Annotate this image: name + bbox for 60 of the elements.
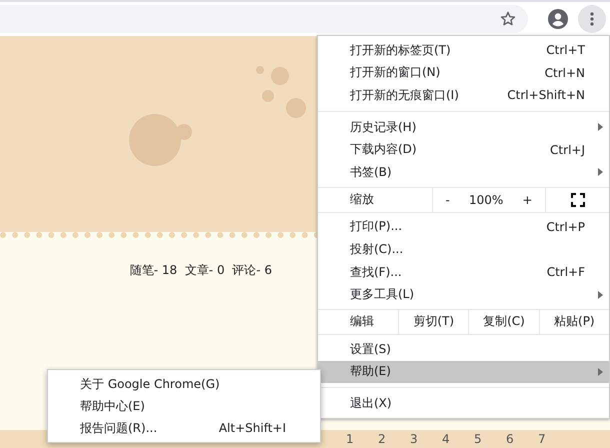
menu-item[interactable]: 书签(B) xyxy=(318,160,609,184)
calendar-day[interactable]: 5 xyxy=(474,432,488,446)
menu-item-label: 报告问题(R)... xyxy=(80,420,158,436)
menu-item[interactable]: 打开新的窗口(N) Ctrl+N xyxy=(318,62,609,84)
shortcut-label: Alt+Shift+I xyxy=(218,421,286,435)
edit-action-button[interactable]: 剪切(T) xyxy=(398,310,468,334)
edit-action-button[interactable]: 复制(C) xyxy=(468,310,539,334)
edit-label: 编辑 xyxy=(349,313,375,330)
calendar-day[interactable]: 6 xyxy=(506,432,520,446)
menu-item[interactable]: 设置(S) xyxy=(318,338,609,361)
menu-item-label: 查找(F)... xyxy=(350,264,403,281)
shortcut-label: Ctrl+P xyxy=(546,220,585,234)
menu-item-label: 历史记录(H) xyxy=(350,118,418,136)
zoom-label: 缩放 xyxy=(349,191,375,208)
menu-item[interactable]: 下载内容(D) Ctrl+J xyxy=(318,138,609,161)
menu-item[interactable]: 帮助中心(E) xyxy=(48,395,320,417)
calendar-day[interactable]: 2 xyxy=(378,432,392,446)
profile-avatar-icon[interactable] xyxy=(548,9,568,29)
menu-item[interactable]: 打印(P)... Ctrl+P xyxy=(318,216,609,238)
menu-item[interactable]: 历史记录(H) xyxy=(318,116,609,138)
blog-stats: 随笔- 18 文章- 0 评论- 6 xyxy=(130,262,272,279)
calendar-day[interactable]: 4 xyxy=(442,432,456,446)
shortcut-label: Ctrl+F xyxy=(546,265,585,280)
menu-item[interactable]: 关于 Google Chrome(G) xyxy=(48,373,320,395)
menu-item-label: 下载内容(D) xyxy=(350,141,418,158)
menu-item-label: 打开新的标签页(T) xyxy=(350,42,452,59)
shortcut-label: Ctrl+T xyxy=(546,43,585,58)
menu-button[interactable] xyxy=(578,5,606,33)
zoom-value: 100% xyxy=(468,192,504,207)
menu-item-label: 帮助(E) xyxy=(350,363,392,380)
calendar-day[interactable]: 1 xyxy=(346,432,360,446)
menu-item-label: 投射(C)... xyxy=(350,240,404,258)
shortcut-label: Ctrl+N xyxy=(544,66,585,80)
menu-item-label: 帮助中心(E) xyxy=(80,398,146,414)
menu-item[interactable]: 更多工具(L) xyxy=(318,283,609,306)
menu-item-label: 打印(P)... xyxy=(350,218,404,236)
menu-item[interactable]: 报告问题(R)... Alt+Shift+I xyxy=(48,417,320,439)
menu-item-label: 打开新的无痕窗口(I) xyxy=(350,86,460,104)
star-icon[interactable] xyxy=(500,11,516,27)
calendar-day[interactable]: 3 xyxy=(410,432,424,446)
menu-item[interactable]: 退出(X) xyxy=(318,392,609,415)
menu-item-label: 书签(B) xyxy=(350,164,393,181)
menu-item[interactable]: 投射(C)... xyxy=(318,238,609,261)
menu-item-label: 关于 Google Chrome(G) xyxy=(80,376,221,392)
menu-item-label: 退出(X) xyxy=(350,394,393,412)
menu-item[interactable]: 打开新的无痕窗口(I) Ctrl+Shift+N xyxy=(318,84,609,107)
zoom-out-button[interactable]: - xyxy=(440,192,456,207)
zoom-in-button[interactable]: + xyxy=(516,192,538,207)
edit-action-button[interactable]: 粘贴(P) xyxy=(538,310,609,334)
menu-item[interactable]: 帮助(E) xyxy=(318,360,609,384)
menu-item[interactable]: 查找(F)... Ctrl+F xyxy=(318,260,609,284)
menu-item-label: 设置(S) xyxy=(350,340,392,358)
shortcut-label: Ctrl+J xyxy=(550,142,585,157)
menu-item-label: 打开新的窗口(N) xyxy=(350,64,442,82)
menu-item-label: 更多工具(L) xyxy=(350,286,416,304)
shortcut-label: Ctrl+Shift+N xyxy=(507,88,585,102)
menu-item[interactable]: 打开新的标签页(T) Ctrl+T xyxy=(318,39,609,62)
fullscreen-icon[interactable] xyxy=(570,192,584,207)
calendar-day[interactable]: 7 xyxy=(538,432,552,446)
menu-icon xyxy=(590,12,594,26)
